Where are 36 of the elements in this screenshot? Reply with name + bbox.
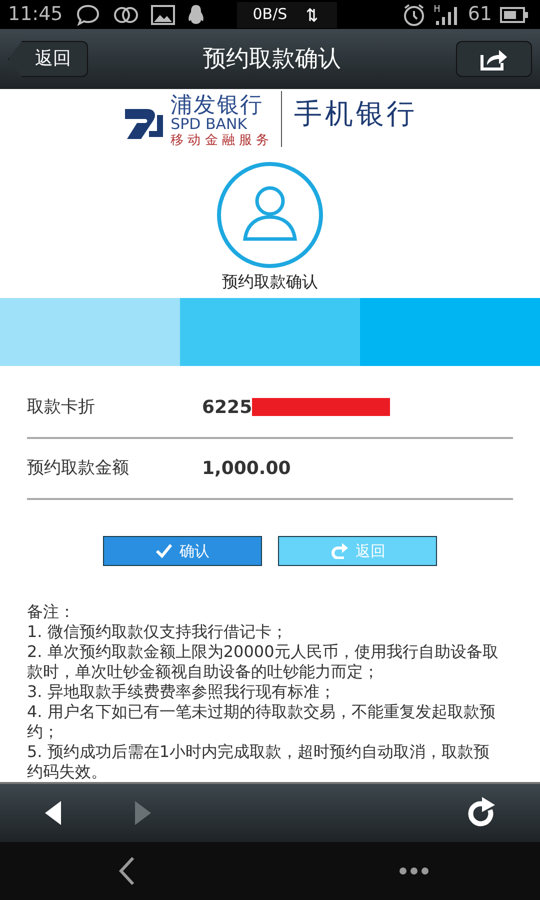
note-item: 1. 微信预约取款仅支持我行借记卡； <box>27 622 288 642</box>
bank-slogan: 移 动 金 融 服 务 <box>170 134 270 147</box>
page-title: 预约取款确认 <box>203 44 341 74</box>
network-speed: 0B/S <box>252 4 288 26</box>
signal-icon <box>434 4 460 26</box>
back-chevron-icon[interactable] <box>118 856 136 886</box>
check-icon <box>156 544 172 558</box>
alarm-icon <box>402 2 426 26</box>
bank-name: 浦发银行 <box>170 94 264 117</box>
image-icon <box>150 4 175 24</box>
field-label: 预约取款金额 <box>27 456 130 480</box>
back-button[interactable]: 返回 <box>8 40 88 77</box>
field-value: 1,000.00 <box>202 456 291 481</box>
note-item: 5. 预约成功后需在1小时内完成取款，超时预约自动取消，取款预约码失效。 <box>27 742 491 782</box>
battery-percent: 61 <box>468 2 492 28</box>
chat-icon <box>74 2 101 26</box>
notes-title: 备注： <box>27 602 76 622</box>
battery-icon <box>500 6 528 22</box>
field-label: 取款卡折 <box>27 396 96 419</box>
field-value: 6225 <box>202 396 252 420</box>
note-item: 4. 用户名下如已有一笔未过期的待取款交易，不能重复发起取款预约； <box>27 702 496 742</box>
transfer-arrows-icon <box>306 8 317 22</box>
bank-name-english: SPD BANK <box>170 116 248 132</box>
step-label: 预约取款确认 <box>222 270 318 293</box>
confirm-button[interactable]: 确认 <box>103 536 262 566</box>
more-icon[interactable] <box>399 866 429 875</box>
user-icon <box>216 160 324 269</box>
share-button[interactable] <box>456 40 532 77</box>
return-arrow-icon <box>330 542 348 559</box>
note-item: 3. 异地取款手续费费率参照我行现有标准； <box>27 682 336 702</box>
note-item: 2. 单次预约取款金额上限为20000元人民币，使用我行自助设备取款时，单次吐钞金额视自助设备的吐钞能力而定； <box>27 642 500 682</box>
status-time: 11:45 <box>8 2 63 28</box>
app-name: 手机银行 <box>294 96 418 132</box>
rings-icon <box>112 4 139 24</box>
penguin-icon <box>186 4 205 26</box>
back-arrow-icon[interactable] <box>44 800 62 826</box>
